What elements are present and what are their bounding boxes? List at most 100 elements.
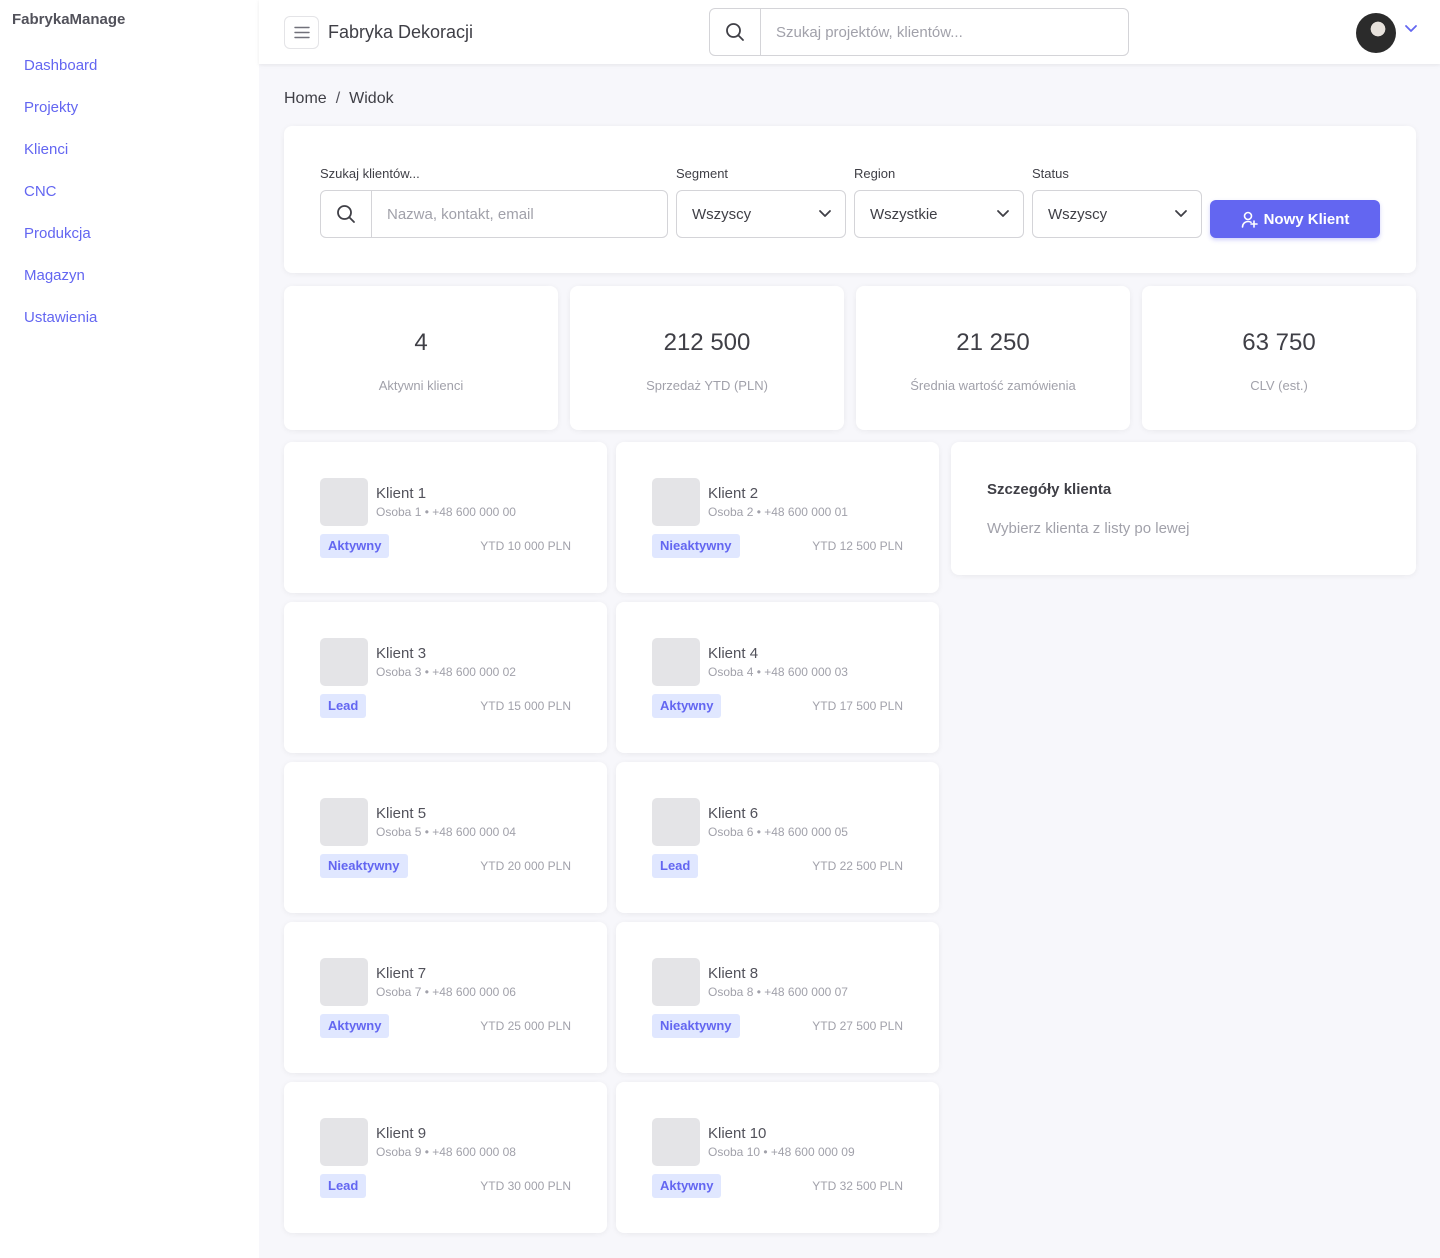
client-contact: Osoba 3 • +48 600 000 02 bbox=[376, 665, 516, 679]
status-label: Status bbox=[1032, 166, 1069, 181]
breadcrumb-home[interactable]: Home bbox=[284, 90, 327, 107]
client-card[interactable]: Klient 4 Osoba 4 • +48 600 000 03 Aktywn… bbox=[616, 602, 939, 753]
client-contact: Osoba 8 • +48 600 000 07 bbox=[708, 985, 848, 999]
client-contact: Osoba 9 • +48 600 000 08 bbox=[376, 1145, 516, 1159]
client-thumbnail bbox=[652, 958, 700, 1006]
client-thumbnail bbox=[652, 798, 700, 846]
segment-label: Segment bbox=[676, 166, 729, 181]
status-badge: Nieaktywny bbox=[320, 854, 408, 878]
stat-value: 63 750 bbox=[1242, 329, 1316, 356]
client-card[interactable]: Klient 6 Osoba 6 • +48 600 000 05 Lead Y… bbox=[616, 762, 939, 913]
sidebar-item-ustawienia[interactable]: Ustawienia bbox=[0, 302, 259, 344]
stat-card-active-clients: 4 Aktywni klienci bbox=[284, 286, 558, 430]
region-select[interactable]: Wszystkie bbox=[854, 190, 1024, 238]
client-details-panel: Szczegóły klienta Wybierz klienta z list… bbox=[951, 442, 1416, 575]
client-card[interactable]: Klient 7 Osoba 7 • +48 600 000 06 Aktywn… bbox=[284, 922, 607, 1073]
sidebar-item-klienci[interactable]: Klienci bbox=[0, 134, 259, 176]
client-contact: Osoba 1 • +48 600 000 00 bbox=[376, 505, 516, 519]
stat-label: Sprzedaż YTD (PLN) bbox=[646, 378, 768, 393]
segment-select[interactable]: Wszyscy bbox=[676, 190, 846, 238]
client-card[interactable]: Klient 3 Osoba 3 • +48 600 000 02 Lead Y… bbox=[284, 602, 607, 753]
client-name: Klient 7 bbox=[376, 965, 427, 982]
client-search bbox=[320, 190, 668, 238]
client-contact: Osoba 4 • +48 600 000 03 bbox=[708, 665, 848, 679]
status-select[interactable]: Wszyscy bbox=[1032, 190, 1202, 238]
brand-logo: FabrykaManage bbox=[12, 11, 126, 28]
client-name: Klient 5 bbox=[376, 805, 427, 822]
client-card[interactable]: Klient 10 Osoba 10 • +48 600 000 09 Akty… bbox=[616, 1082, 939, 1233]
avatar[interactable] bbox=[1356, 13, 1396, 53]
sidebar-nav: Dashboard Projekty Klienci CNC Produkcja… bbox=[0, 50, 259, 344]
breadcrumb-current: Widok bbox=[349, 90, 394, 107]
status-badge: Lead bbox=[652, 854, 699, 878]
client-card[interactable]: Klient 8 Osoba 8 • +48 600 000 07 Nieakt… bbox=[616, 922, 939, 1073]
new-client-button[interactable]: Nowy Klient bbox=[1210, 200, 1380, 238]
client-thumbnail bbox=[320, 478, 368, 526]
user-plus-icon bbox=[1241, 211, 1258, 228]
client-ytd: YTD 10 000 PLN bbox=[480, 539, 571, 553]
chevron-down-icon bbox=[1175, 210, 1187, 217]
stat-value: 21 250 bbox=[956, 329, 1030, 356]
details-empty-state: Wybierz klienta z listy po lewej bbox=[987, 520, 1190, 537]
client-contact: Osoba 6 • +48 600 000 05 bbox=[708, 825, 848, 839]
client-thumbnail bbox=[320, 958, 368, 1006]
sidebar-item-dashboard[interactable]: Dashboard bbox=[0, 50, 259, 92]
client-name: Klient 2 bbox=[708, 485, 759, 502]
client-name: Klient 1 bbox=[376, 485, 427, 502]
search-icon bbox=[710, 9, 761, 55]
client-ytd: YTD 32 500 PLN bbox=[812, 1179, 903, 1193]
client-ytd: YTD 30 000 PLN bbox=[480, 1179, 571, 1193]
chevron-down-icon[interactable] bbox=[1404, 24, 1418, 34]
client-ytd: YTD 27 500 PLN bbox=[812, 1019, 903, 1033]
stat-value: 4 bbox=[414, 329, 428, 356]
segment-value: Wszyscy bbox=[692, 205, 752, 223]
region-value: Wszystkie bbox=[870, 205, 938, 223]
search-icon bbox=[321, 191, 372, 237]
status-badge: Aktywny bbox=[652, 694, 722, 718]
client-name: Klient 9 bbox=[376, 1125, 427, 1142]
client-contact: Osoba 2 • +48 600 000 01 bbox=[708, 505, 848, 519]
global-search-input[interactable] bbox=[761, 9, 1128, 55]
status-badge: Nieaktywny bbox=[652, 534, 740, 558]
client-card[interactable]: Klient 2 Osoba 2 • +48 600 000 01 Nieakt… bbox=[616, 442, 939, 593]
sidebar-item-cnc[interactable]: CNC bbox=[0, 176, 259, 218]
client-card[interactable]: Klient 9 Osoba 9 • +48 600 000 08 Lead Y… bbox=[284, 1082, 607, 1233]
details-title: Szczegóły klienta bbox=[987, 481, 1112, 498]
filter-panel: Szukaj klientów... Segment Wszyscy Regio… bbox=[284, 126, 1416, 273]
top-bar: Fabryka Dekoracji bbox=[259, 0, 1440, 64]
app-title: Fabryka Dekoracji bbox=[328, 22, 474, 42]
client-thumbnail bbox=[320, 638, 368, 686]
status-badge: Aktywny bbox=[320, 534, 390, 558]
stat-value: 212 500 bbox=[663, 329, 751, 356]
sidebar-item-projekty[interactable]: Projekty bbox=[0, 92, 259, 134]
client-search-input[interactable] bbox=[372, 191, 667, 237]
status-value: Wszyscy bbox=[1048, 205, 1108, 223]
stat-card-sales-ytd: 212 500 Sprzedaż YTD (PLN) bbox=[570, 286, 844, 430]
client-card[interactable]: Klient 5 Osoba 5 • +48 600 000 04 Nieakt… bbox=[284, 762, 607, 913]
menu-toggle-button[interactable] bbox=[284, 16, 319, 49]
client-contact: Osoba 7 • +48 600 000 06 bbox=[376, 985, 516, 999]
client-thumbnail bbox=[652, 638, 700, 686]
client-ytd: YTD 20 000 PLN bbox=[480, 859, 571, 873]
client-ytd: YTD 15 000 PLN bbox=[480, 699, 571, 713]
search-label: Szukaj klientów... bbox=[320, 166, 420, 181]
client-ytd: YTD 17 500 PLN bbox=[812, 699, 903, 713]
menu-icon bbox=[293, 26, 310, 39]
status-badge: Lead bbox=[320, 1174, 367, 1198]
status-badge: Nieaktywny bbox=[652, 1014, 740, 1038]
stat-label: Średnia wartość zamówienia bbox=[910, 378, 1076, 393]
chevron-down-icon bbox=[819, 210, 831, 217]
sidebar-item-magazyn[interactable]: Magazyn bbox=[0, 260, 259, 302]
status-badge: Lead bbox=[320, 694, 367, 718]
breadcrumb: Home / Widok bbox=[284, 90, 394, 108]
client-thumbnail bbox=[652, 478, 700, 526]
status-badge: Aktywny bbox=[320, 1014, 390, 1038]
status-badge: Aktywny bbox=[652, 1174, 722, 1198]
stat-label: CLV (est.) bbox=[1250, 378, 1308, 393]
stat-card-clv: 63 750 CLV (est.) bbox=[1142, 286, 1416, 430]
client-thumbnail bbox=[320, 798, 368, 846]
client-card[interactable]: Klient 1 Osoba 1 • +48 600 000 00 Aktywn… bbox=[284, 442, 607, 593]
client-ytd: YTD 22 500 PLN bbox=[812, 859, 903, 873]
sidebar-item-produkcja[interactable]: Produkcja bbox=[0, 218, 259, 260]
client-ytd: YTD 25 000 PLN bbox=[480, 1019, 571, 1033]
